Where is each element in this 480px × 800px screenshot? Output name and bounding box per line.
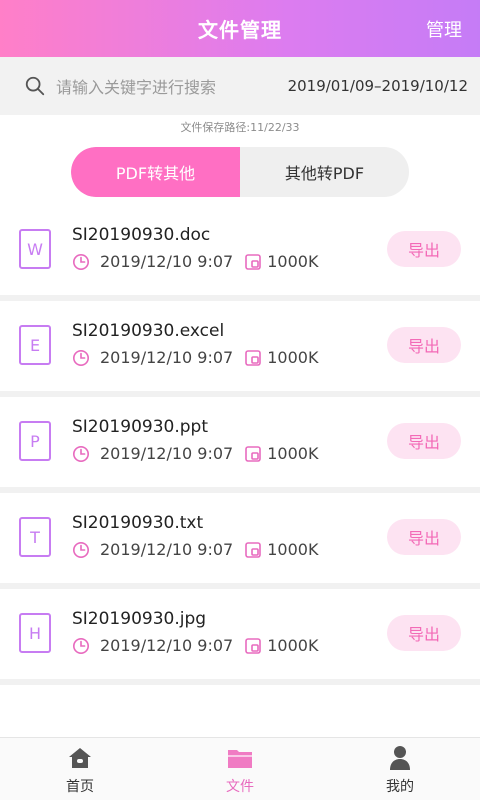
file-meta: 2019/12/10 9:07 1000K [72,540,318,559]
file-name: SI20190930.jpg [72,609,207,629]
folder-icon [228,750,252,768]
tab-files[interactable]: 文件 [160,738,320,800]
list-item[interactable]: P SI20190930.ppt 2019/12/10 9:07 1000K 导… [0,397,480,493]
file-size: 1000K [267,444,319,463]
list-item[interactable]: E SI20190930.excel 2019/12/10 9:07 1000K… [0,301,480,397]
file-size: 1000K [267,348,319,367]
export-button[interactable]: 导出 [387,615,461,651]
page-title: 文件管理 [198,18,282,42]
export-button[interactable]: 导出 [387,519,461,555]
tab-other-to-pdf[interactable]: 其他转PDF [240,147,409,197]
tab-profile[interactable]: 我的 [320,738,480,800]
list-item[interactable]: W SI20190930.doc 2019/12/10 9:07 1000K 导… [0,205,480,301]
file-time: 2019/12/10 9:07 [100,252,234,271]
clock-icon [72,253,90,270]
date-range-picker[interactable]: 2019/01/09–2019/10/12 [288,77,468,95]
file-time: 2019/12/10 9:07 [100,636,234,655]
export-button[interactable]: 导出 [387,231,461,267]
file-meta: 2019/12/10 9:07 1000K [72,636,318,655]
file-size-icon [245,637,262,654]
word-file-icon: W [19,229,51,269]
file-name: SI20190930.ppt [72,417,208,437]
file-name: SI20190930.txt [72,513,204,533]
image-file-icon: H [19,613,51,653]
bottom-tab-bar: 首页 文件 我的 [0,737,480,800]
clock-icon [72,541,90,558]
file-time: 2019/12/10 9:07 [100,444,234,463]
export-button[interactable]: 导出 [387,327,461,363]
file-size: 1000K [267,636,319,655]
file-meta: 2019/12/10 9:07 1000K [72,348,318,367]
list-item[interactable]: T SI20190930.txt 2019/12/10 9:07 1000K 导… [0,493,480,589]
search-icon [25,76,45,96]
file-size-icon [245,253,262,270]
ppt-file-icon: P [19,421,51,461]
file-meta: 2019/12/10 9:07 1000K [72,444,318,463]
search-input[interactable]: 请输入关键字进行搜索 [56,74,288,98]
txt-file-icon: T [19,517,51,557]
file-name: SI20190930.doc [72,225,211,245]
home-icon [69,748,91,768]
tab-home[interactable]: 首页 [0,738,160,800]
file-name: SI20190930.excel [72,321,225,341]
list-item[interactable]: H SI20190930.jpg 2019/12/10 9:07 1000K 导… [0,589,480,685]
save-path-text: 文件保存路径:11/22/33 [180,121,300,134]
person-icon [390,746,410,770]
tab-label: 首页 [66,779,94,795]
file-list: W SI20190930.doc 2019/12/10 9:07 1000K 导… [0,205,480,685]
file-size: 1000K [267,252,319,271]
search-bar: 请输入关键字进行搜索 2019/01/09–2019/10/12 [0,57,480,115]
app-header: 文件管理 管理 [0,0,480,57]
file-meta: 2019/12/10 9:07 1000K [72,252,318,271]
file-size-icon [245,541,262,558]
conversion-segment: PDF转其他 其他转PDF [71,147,409,197]
clock-icon [72,349,90,366]
file-time: 2019/12/10 9:07 [100,540,234,559]
manage-button[interactable]: 管理 [426,16,462,42]
clock-icon [72,445,90,462]
clock-icon [72,637,90,654]
file-time: 2019/12/10 9:07 [100,348,234,367]
file-size: 1000K [267,540,319,559]
file-size-icon [245,445,262,462]
export-button[interactable]: 导出 [387,423,461,459]
file-size-icon [245,349,262,366]
tab-pdf-to-other[interactable]: PDF转其他 [71,147,240,197]
tab-label: 文件 [226,779,254,795]
tab-label: 我的 [386,779,414,795]
excel-file-icon: E [19,325,51,365]
